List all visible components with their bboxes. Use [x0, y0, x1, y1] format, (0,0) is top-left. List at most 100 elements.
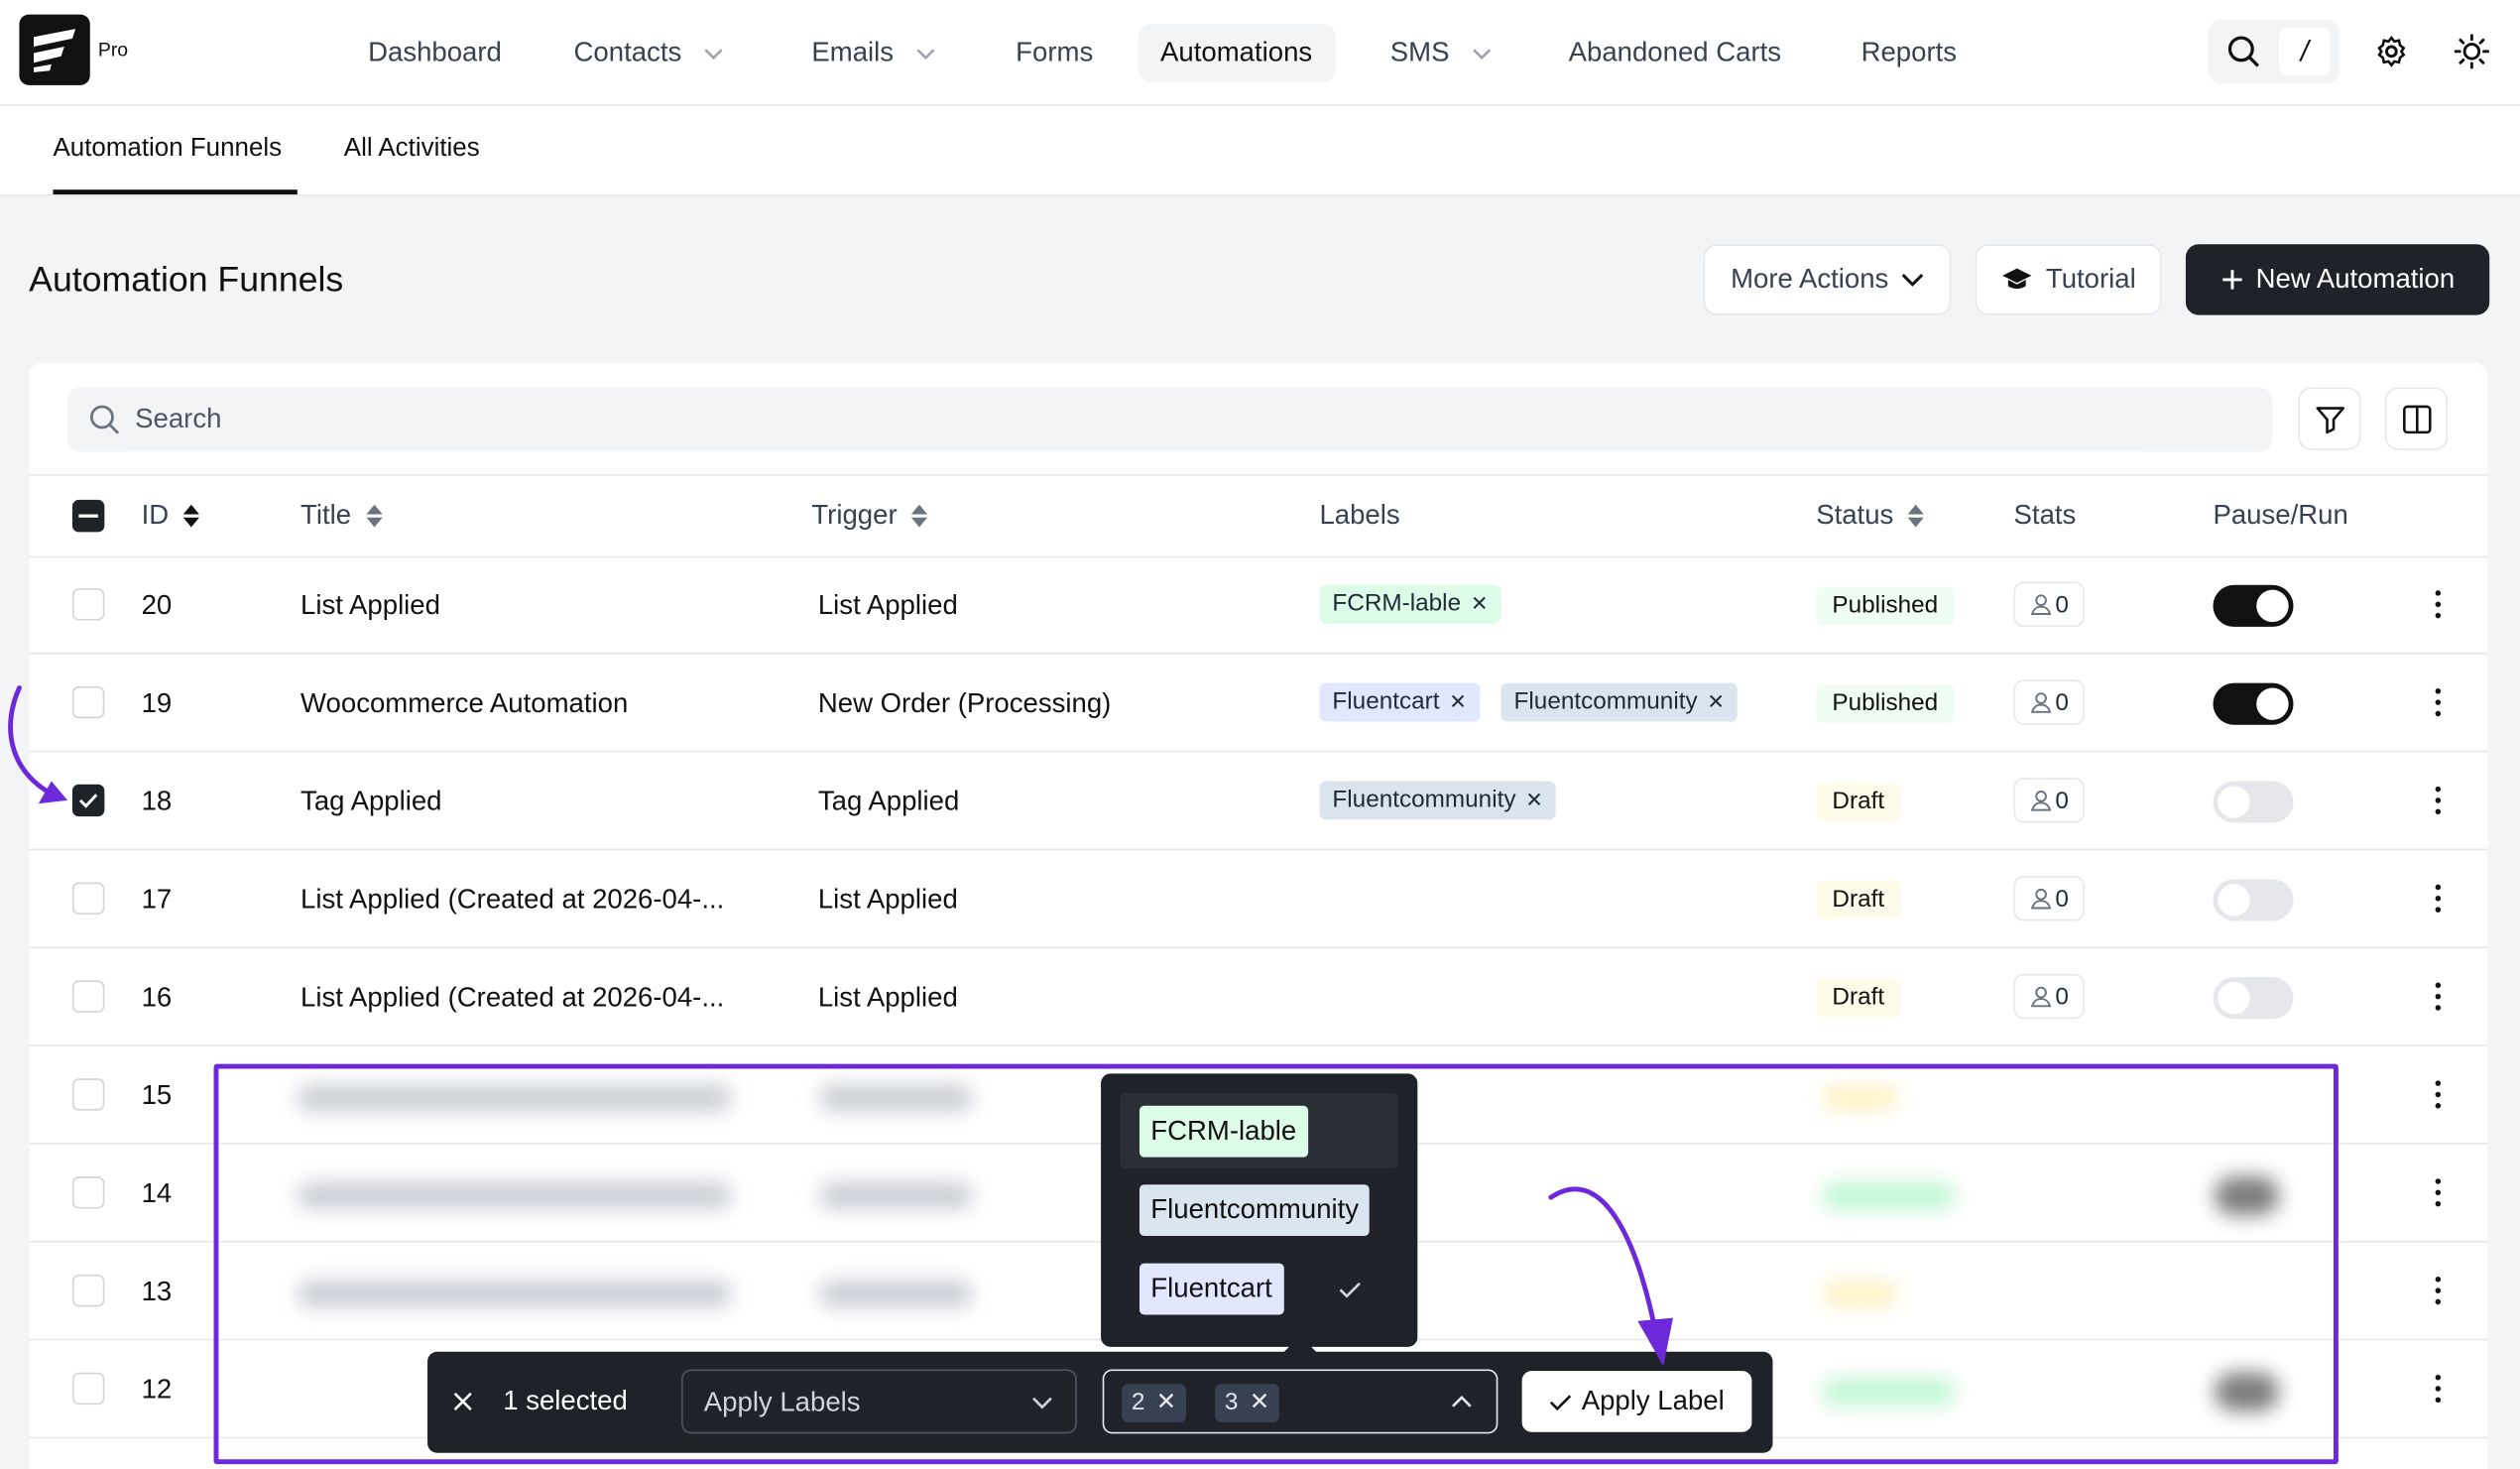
selected-label-chip: 2 ✕: [1122, 1384, 1186, 1423]
row-actions-icon[interactable]: [2430, 1078, 2446, 1110]
pause-run-toggle[interactable]: [2213, 977, 2294, 1020]
row-checkbox[interactable]: [71, 882, 105, 915]
pause-run-toggle[interactable]: [2213, 682, 2294, 725]
label-tag: Fluentcart ✕: [1319, 682, 1480, 722]
row-actions-icon[interactable]: [2430, 980, 2446, 1012]
column-header-trigger[interactable]: Trigger: [811, 500, 929, 532]
apply-label-button[interactable]: Apply Label: [1521, 1371, 1752, 1432]
remove-label-icon[interactable]: ✕: [1471, 591, 1489, 615]
row-id: 20: [141, 589, 173, 621]
divider: [29, 555, 2488, 558]
search-icon[interactable]: [2225, 34, 2261, 69]
app-logo[interactable]: [19, 14, 90, 85]
remove-label-icon[interactable]: ✕: [1525, 788, 1543, 811]
page-title: Automation Funnels: [29, 258, 344, 300]
stats-button[interactable]: 0: [2013, 876, 2085, 921]
nav-reports[interactable]: Reports: [1839, 24, 1980, 81]
sort-icon: [1907, 504, 1925, 528]
row-checkbox[interactable]: [71, 1274, 105, 1307]
select-all-checkbox[interactable]: [71, 499, 105, 533]
row-checkbox[interactable]: [71, 1372, 105, 1406]
blurred-toggle: [2215, 1372, 2279, 1411]
pause-run-toggle[interactable]: [2213, 584, 2294, 627]
blurred-status: [1824, 1283, 1897, 1305]
nav-forms[interactable]: Forms: [993, 24, 1115, 81]
dropdown-option-fluentcart[interactable]: Fluentcart: [1139, 1263, 1284, 1315]
row-actions-icon[interactable]: [2430, 785, 2446, 816]
row-id: 13: [141, 1276, 173, 1307]
graduation-cap-icon: [2002, 268, 2032, 290]
label-tag: Fluentcommunity ✕: [1319, 781, 1556, 820]
sun-icon[interactable]: [2453, 32, 2491, 70]
row-title[interactable]: List Applied (Created at 2026-04-...: [300, 982, 724, 1014]
chevron-down-icon: [916, 48, 935, 60]
status-badge: Published: [1816, 586, 1955, 626]
dropdown-option-fcrm-lable[interactable]: FCRM-lable: [1139, 1105, 1308, 1158]
row-title[interactable]: List Applied: [300, 590, 440, 622]
nav-dashboard[interactable]: Dashboard: [345, 24, 524, 81]
search-input[interactable]: Search: [67, 387, 2273, 452]
tab-automation-funnels[interactable]: Automation Funnels: [53, 135, 282, 164]
row-actions-icon[interactable]: [2430, 686, 2446, 718]
remove-chip-icon[interactable]: ✕: [1250, 1389, 1269, 1416]
row-checkbox[interactable]: [71, 1078, 105, 1111]
row-id: 17: [141, 884, 173, 915]
tutorial-button[interactable]: Tutorial: [1975, 244, 2162, 315]
column-header-stats: Stats: [2013, 499, 2077, 531]
blurred-status: [1824, 1379, 1953, 1406]
chevron-down-icon: [1032, 1397, 1052, 1409]
row-id: 18: [141, 786, 173, 817]
remove-chip-icon[interactable]: ✕: [1156, 1389, 1176, 1416]
row-title[interactable]: Woocommerce Automation: [300, 688, 628, 720]
stats-button[interactable]: 0: [2013, 679, 2085, 725]
gear-icon[interactable]: [2374, 34, 2410, 69]
pause-run-toggle[interactable]: [2213, 781, 2294, 823]
row-actions-icon[interactable]: [2430, 1176, 2446, 1208]
remove-label-icon[interactable]: ✕: [1707, 689, 1725, 713]
nav-abandoned-carts[interactable]: Abandoned Carts: [1546, 24, 1804, 81]
column-header-id[interactable]: ID: [142, 500, 201, 532]
stats-button[interactable]: 0: [2013, 778, 2085, 823]
filter-button[interactable]: [2298, 387, 2361, 450]
nav-contacts[interactable]: Contacts: [551, 24, 746, 81]
chevron-down-icon: [1472, 48, 1491, 60]
row-checkbox[interactable]: [71, 980, 105, 1013]
row-id: 19: [141, 687, 173, 719]
dropdown-option-fluentcommunity[interactable]: Fluentcommunity: [1139, 1184, 1371, 1237]
nav-emails[interactable]: Emails: [789, 24, 958, 81]
row-actions-icon[interactable]: [2430, 1373, 2446, 1405]
remove-label-icon[interactable]: ✕: [1449, 689, 1467, 713]
row-trigger: New Order (Processing): [817, 687, 1112, 719]
row-actions-icon[interactable]: [2430, 1275, 2446, 1306]
row-checkbox[interactable]: [71, 588, 105, 621]
columns-button[interactable]: [2384, 387, 2449, 450]
annotation-arrow-icon: [1548, 1186, 1673, 1367]
row-actions-icon[interactable]: [2430, 588, 2446, 620]
row-title[interactable]: Tag Applied: [300, 786, 441, 817]
new-automation-button[interactable]: New Automation: [2185, 244, 2490, 315]
stats-button[interactable]: 0: [2013, 973, 2085, 1020]
row-actions-icon[interactable]: [2430, 883, 2446, 915]
close-icon[interactable]: [451, 1391, 474, 1413]
user-icon: [2030, 791, 2051, 811]
label-tag: Fluentcommunity ✕: [1500, 682, 1739, 722]
more-actions-button[interactable]: More Actions: [1703, 244, 1952, 315]
column-header-title[interactable]: Title: [300, 500, 383, 532]
columns-icon: [2403, 405, 2432, 434]
nav-sms[interactable]: SMS: [1368, 24, 1513, 81]
nav-automations[interactable]: Automations: [1138, 24, 1335, 82]
divider: [29, 750, 2488, 753]
column-header-status[interactable]: Status: [1816, 500, 1926, 532]
stats-button[interactable]: 0: [2013, 581, 2085, 627]
row-id: 14: [141, 1177, 173, 1209]
bulk-action-select[interactable]: Apply Labels: [681, 1369, 1077, 1434]
tab-all-activities[interactable]: All Activities: [344, 135, 480, 164]
chevron-down-icon: [704, 48, 723, 60]
row-id: 16: [141, 982, 173, 1013]
sort-icon: [182, 504, 199, 528]
pause-run-toggle[interactable]: [2213, 879, 2294, 921]
row-title[interactable]: List Applied (Created at 2026-04-...: [300, 884, 724, 916]
blurred-status: [1824, 1182, 1953, 1209]
check-icon: [1339, 1281, 1362, 1298]
row-checkbox[interactable]: [71, 1176, 105, 1209]
